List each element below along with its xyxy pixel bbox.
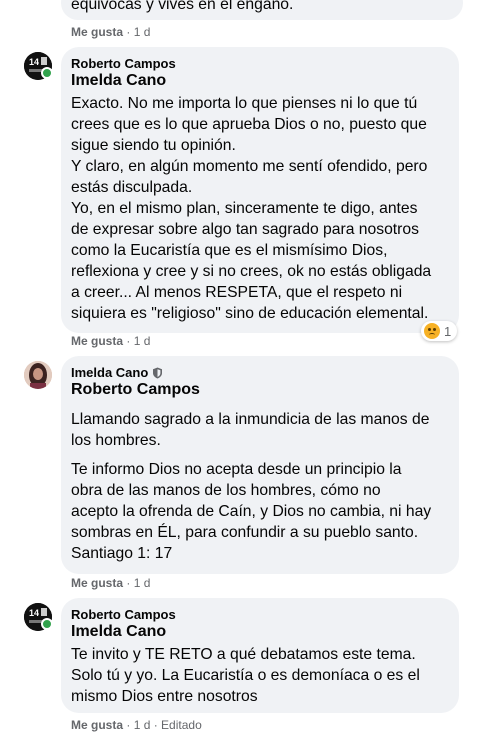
comment-time[interactable]: 1 d <box>134 576 151 590</box>
reply-mention[interactable]: Roberto Campos <box>71 381 200 399</box>
comment-actions: Me gusta · 1 d <box>71 576 151 590</box>
svg-text:14: 14 <box>29 608 39 618</box>
comment-actions: Me gusta · 1 d · Editado <box>71 718 202 732</box>
comment-bubble: Roberto Campos Imelda Cano Te invito y T… <box>61 598 459 713</box>
edited-label[interactable]: Editado <box>161 718 202 732</box>
comment-bubble: Roberto Campos Imelda Cano Exacto. No me… <box>61 47 459 333</box>
comment-author-name: Imelda Cano <box>71 365 149 380</box>
like-button[interactable]: Me gusta <box>71 25 123 39</box>
online-status-dot <box>41 67 53 79</box>
reaction-summary[interactable]: 1 <box>421 321 458 341</box>
comment-bubble: Imelda Cano Roberto Campos Llamando sagr… <box>61 356 459 574</box>
comment-time[interactable]: 1 d <box>134 718 151 732</box>
comment-actions: Me gusta · 1 d <box>71 25 151 39</box>
comment-author[interactable]: Imelda Cano <box>71 365 163 380</box>
comment-author[interactable]: Roberto Campos <box>71 56 176 71</box>
verified-shield-icon <box>153 367 163 378</box>
reply-mention[interactable]: Imelda Cano <box>71 72 166 90</box>
comment-time[interactable]: 1 d <box>134 334 151 348</box>
comment-actions: Me gusta · 1 d <box>71 334 151 348</box>
reply-mention[interactable]: Imelda Cano <box>71 623 166 641</box>
like-button[interactable]: Me gusta <box>71 576 123 590</box>
comment-time[interactable]: 1 d <box>134 25 151 39</box>
reaction-count: 1 <box>444 323 452 339</box>
avatar[interactable] <box>24 361 52 389</box>
like-button[interactable]: Me gusta <box>71 718 123 732</box>
comment-bubble-partial: equivocas y vives en el engaño. <box>61 0 463 20</box>
sad-reaction-icon <box>424 323 440 339</box>
comment-author[interactable]: Roberto Campos <box>71 607 176 622</box>
svg-text:14: 14 <box>29 57 39 67</box>
online-status-dot <box>41 618 53 630</box>
comment-text: Llamando sagrado a la inmundicia de las … <box>71 411 430 449</box>
like-button[interactable]: Me gusta <box>71 334 123 348</box>
avatar-image <box>24 361 52 389</box>
comment-text: Exacto. No me importa lo que pienses ni … <box>71 95 432 322</box>
comment-text: Te informo Dios no acepta desde un princ… <box>71 461 432 562</box>
comment-text: equivocas y vives en el engaño. <box>71 0 294 13</box>
comment-text: Te invito y TE RETO a qué debatamos este… <box>71 646 420 705</box>
